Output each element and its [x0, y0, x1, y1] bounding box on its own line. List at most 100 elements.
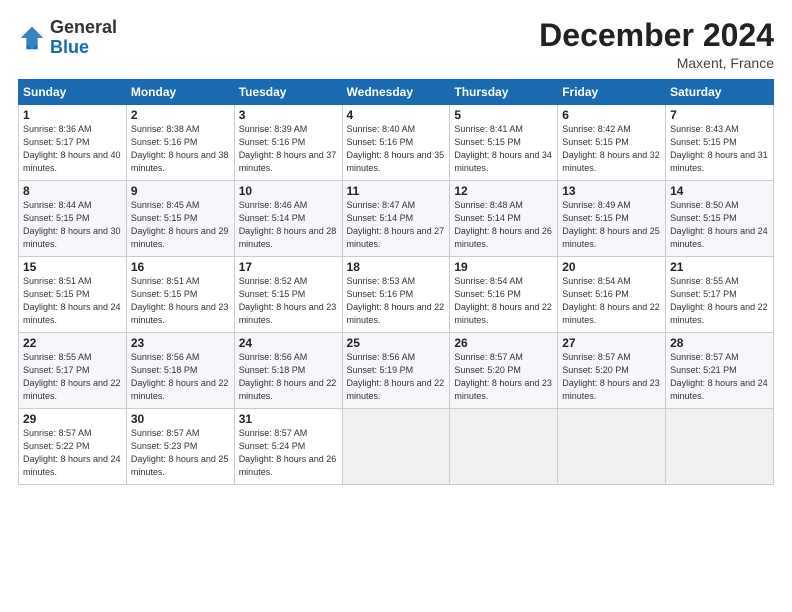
day-number: 30	[131, 412, 230, 426]
day-info: Sunrise: 8:57 AMSunset: 5:23 PMDaylight:…	[131, 427, 230, 479]
day-number: 17	[239, 260, 338, 274]
col-monday: Monday	[126, 80, 234, 105]
day-info: Sunrise: 8:47 AMSunset: 5:14 PMDaylight:…	[347, 199, 446, 251]
table-row: 22 Sunrise: 8:55 AMSunset: 5:17 PMDaylig…	[19, 333, 127, 409]
day-number: 5	[454, 108, 553, 122]
day-number: 19	[454, 260, 553, 274]
day-number: 22	[23, 336, 122, 350]
day-info: Sunrise: 8:57 AMSunset: 5:21 PMDaylight:…	[670, 351, 769, 403]
day-info: Sunrise: 8:56 AMSunset: 5:18 PMDaylight:…	[131, 351, 230, 403]
day-number: 10	[239, 184, 338, 198]
page: General Blue December 2024 Maxent, Franc…	[0, 0, 792, 612]
day-info: Sunrise: 8:57 AMSunset: 5:20 PMDaylight:…	[562, 351, 661, 403]
calendar-week-3: 15 Sunrise: 8:51 AMSunset: 5:15 PMDaylig…	[19, 257, 774, 333]
calendar-week-1: 1 Sunrise: 8:36 AMSunset: 5:17 PMDayligh…	[19, 105, 774, 181]
month-title: December 2024	[539, 18, 774, 53]
col-thursday: Thursday	[450, 80, 558, 105]
day-info: Sunrise: 8:57 AMSunset: 5:22 PMDaylight:…	[23, 427, 122, 479]
day-number: 15	[23, 260, 122, 274]
day-number: 3	[239, 108, 338, 122]
calendar-week-2: 8 Sunrise: 8:44 AMSunset: 5:15 PMDayligh…	[19, 181, 774, 257]
location: Maxent, France	[539, 55, 774, 71]
day-info: Sunrise: 8:50 AMSunset: 5:15 PMDaylight:…	[670, 199, 769, 251]
day-info: Sunrise: 8:44 AMSunset: 5:15 PMDaylight:…	[23, 199, 122, 251]
table-row: 6 Sunrise: 8:42 AMSunset: 5:15 PMDayligh…	[558, 105, 666, 181]
day-info: Sunrise: 8:52 AMSunset: 5:15 PMDaylight:…	[239, 275, 338, 327]
day-number: 11	[347, 184, 446, 198]
day-number: 18	[347, 260, 446, 274]
day-info: Sunrise: 8:41 AMSunset: 5:15 PMDaylight:…	[454, 123, 553, 175]
table-row: 28 Sunrise: 8:57 AMSunset: 5:21 PMDaylig…	[666, 333, 774, 409]
table-row: 11 Sunrise: 8:47 AMSunset: 5:14 PMDaylig…	[342, 181, 450, 257]
table-row: 4 Sunrise: 8:40 AMSunset: 5:16 PMDayligh…	[342, 105, 450, 181]
day-number: 13	[562, 184, 661, 198]
day-info: Sunrise: 8:55 AMSunset: 5:17 PMDaylight:…	[23, 351, 122, 403]
day-info: Sunrise: 8:57 AMSunset: 5:24 PMDaylight:…	[239, 427, 338, 479]
day-info: Sunrise: 8:55 AMSunset: 5:17 PMDaylight:…	[670, 275, 769, 327]
day-info: Sunrise: 8:56 AMSunset: 5:18 PMDaylight:…	[239, 351, 338, 403]
table-row: 15 Sunrise: 8:51 AMSunset: 5:15 PMDaylig…	[19, 257, 127, 333]
day-number: 25	[347, 336, 446, 350]
table-row: 13 Sunrise: 8:49 AMSunset: 5:15 PMDaylig…	[558, 181, 666, 257]
day-number: 23	[131, 336, 230, 350]
table-row: 19 Sunrise: 8:54 AMSunset: 5:16 PMDaylig…	[450, 257, 558, 333]
day-info: Sunrise: 8:49 AMSunset: 5:15 PMDaylight:…	[562, 199, 661, 251]
table-row: 7 Sunrise: 8:43 AMSunset: 5:15 PMDayligh…	[666, 105, 774, 181]
day-info: Sunrise: 8:51 AMSunset: 5:15 PMDaylight:…	[23, 275, 122, 327]
table-row	[558, 409, 666, 485]
day-info: Sunrise: 8:40 AMSunset: 5:16 PMDaylight:…	[347, 123, 446, 175]
table-row: 18 Sunrise: 8:53 AMSunset: 5:16 PMDaylig…	[342, 257, 450, 333]
day-number: 31	[239, 412, 338, 426]
day-number: 8	[23, 184, 122, 198]
day-info: Sunrise: 8:51 AMSunset: 5:15 PMDaylight:…	[131, 275, 230, 327]
col-friday: Friday	[558, 80, 666, 105]
col-sunday: Sunday	[19, 80, 127, 105]
table-row: 10 Sunrise: 8:46 AMSunset: 5:14 PMDaylig…	[234, 181, 342, 257]
day-number: 21	[670, 260, 769, 274]
day-info: Sunrise: 8:36 AMSunset: 5:17 PMDaylight:…	[23, 123, 122, 175]
day-number: 1	[23, 108, 122, 122]
day-number: 4	[347, 108, 446, 122]
table-row: 17 Sunrise: 8:52 AMSunset: 5:15 PMDaylig…	[234, 257, 342, 333]
day-info: Sunrise: 8:42 AMSunset: 5:15 PMDaylight:…	[562, 123, 661, 175]
table-row: 14 Sunrise: 8:50 AMSunset: 5:15 PMDaylig…	[666, 181, 774, 257]
table-row: 27 Sunrise: 8:57 AMSunset: 5:20 PMDaylig…	[558, 333, 666, 409]
table-row	[666, 409, 774, 485]
day-number: 7	[670, 108, 769, 122]
day-info: Sunrise: 8:43 AMSunset: 5:15 PMDaylight:…	[670, 123, 769, 175]
table-row: 12 Sunrise: 8:48 AMSunset: 5:14 PMDaylig…	[450, 181, 558, 257]
title-block: December 2024 Maxent, France	[539, 18, 774, 71]
table-row: 2 Sunrise: 8:38 AMSunset: 5:16 PMDayligh…	[126, 105, 234, 181]
table-row: 26 Sunrise: 8:57 AMSunset: 5:20 PMDaylig…	[450, 333, 558, 409]
day-number: 28	[670, 336, 769, 350]
logo: General Blue	[18, 18, 117, 58]
day-number: 26	[454, 336, 553, 350]
calendar-week-5: 29 Sunrise: 8:57 AMSunset: 5:22 PMDaylig…	[19, 409, 774, 485]
table-row: 31 Sunrise: 8:57 AMSunset: 5:24 PMDaylig…	[234, 409, 342, 485]
calendar-header-row: Sunday Monday Tuesday Wednesday Thursday…	[19, 80, 774, 105]
table-row: 3 Sunrise: 8:39 AMSunset: 5:16 PMDayligh…	[234, 105, 342, 181]
day-info: Sunrise: 8:38 AMSunset: 5:16 PMDaylight:…	[131, 123, 230, 175]
logo-general-text: General	[50, 17, 117, 37]
table-row: 25 Sunrise: 8:56 AMSunset: 5:19 PMDaylig…	[342, 333, 450, 409]
day-number: 9	[131, 184, 230, 198]
day-info: Sunrise: 8:57 AMSunset: 5:20 PMDaylight:…	[454, 351, 553, 403]
col-tuesday: Tuesday	[234, 80, 342, 105]
table-row: 21 Sunrise: 8:55 AMSunset: 5:17 PMDaylig…	[666, 257, 774, 333]
table-row: 16 Sunrise: 8:51 AMSunset: 5:15 PMDaylig…	[126, 257, 234, 333]
col-wednesday: Wednesday	[342, 80, 450, 105]
day-number: 6	[562, 108, 661, 122]
day-info: Sunrise: 8:46 AMSunset: 5:14 PMDaylight:…	[239, 199, 338, 251]
table-row: 1 Sunrise: 8:36 AMSunset: 5:17 PMDayligh…	[19, 105, 127, 181]
day-number: 24	[239, 336, 338, 350]
table-row	[342, 409, 450, 485]
logo-icon	[18, 24, 46, 52]
day-number: 14	[670, 184, 769, 198]
day-number: 16	[131, 260, 230, 274]
day-info: Sunrise: 8:54 AMSunset: 5:16 PMDaylight:…	[454, 275, 553, 327]
day-info: Sunrise: 8:56 AMSunset: 5:19 PMDaylight:…	[347, 351, 446, 403]
logo-blue-text: Blue	[50, 37, 89, 57]
table-row: 30 Sunrise: 8:57 AMSunset: 5:23 PMDaylig…	[126, 409, 234, 485]
day-number: 2	[131, 108, 230, 122]
day-number: 27	[562, 336, 661, 350]
